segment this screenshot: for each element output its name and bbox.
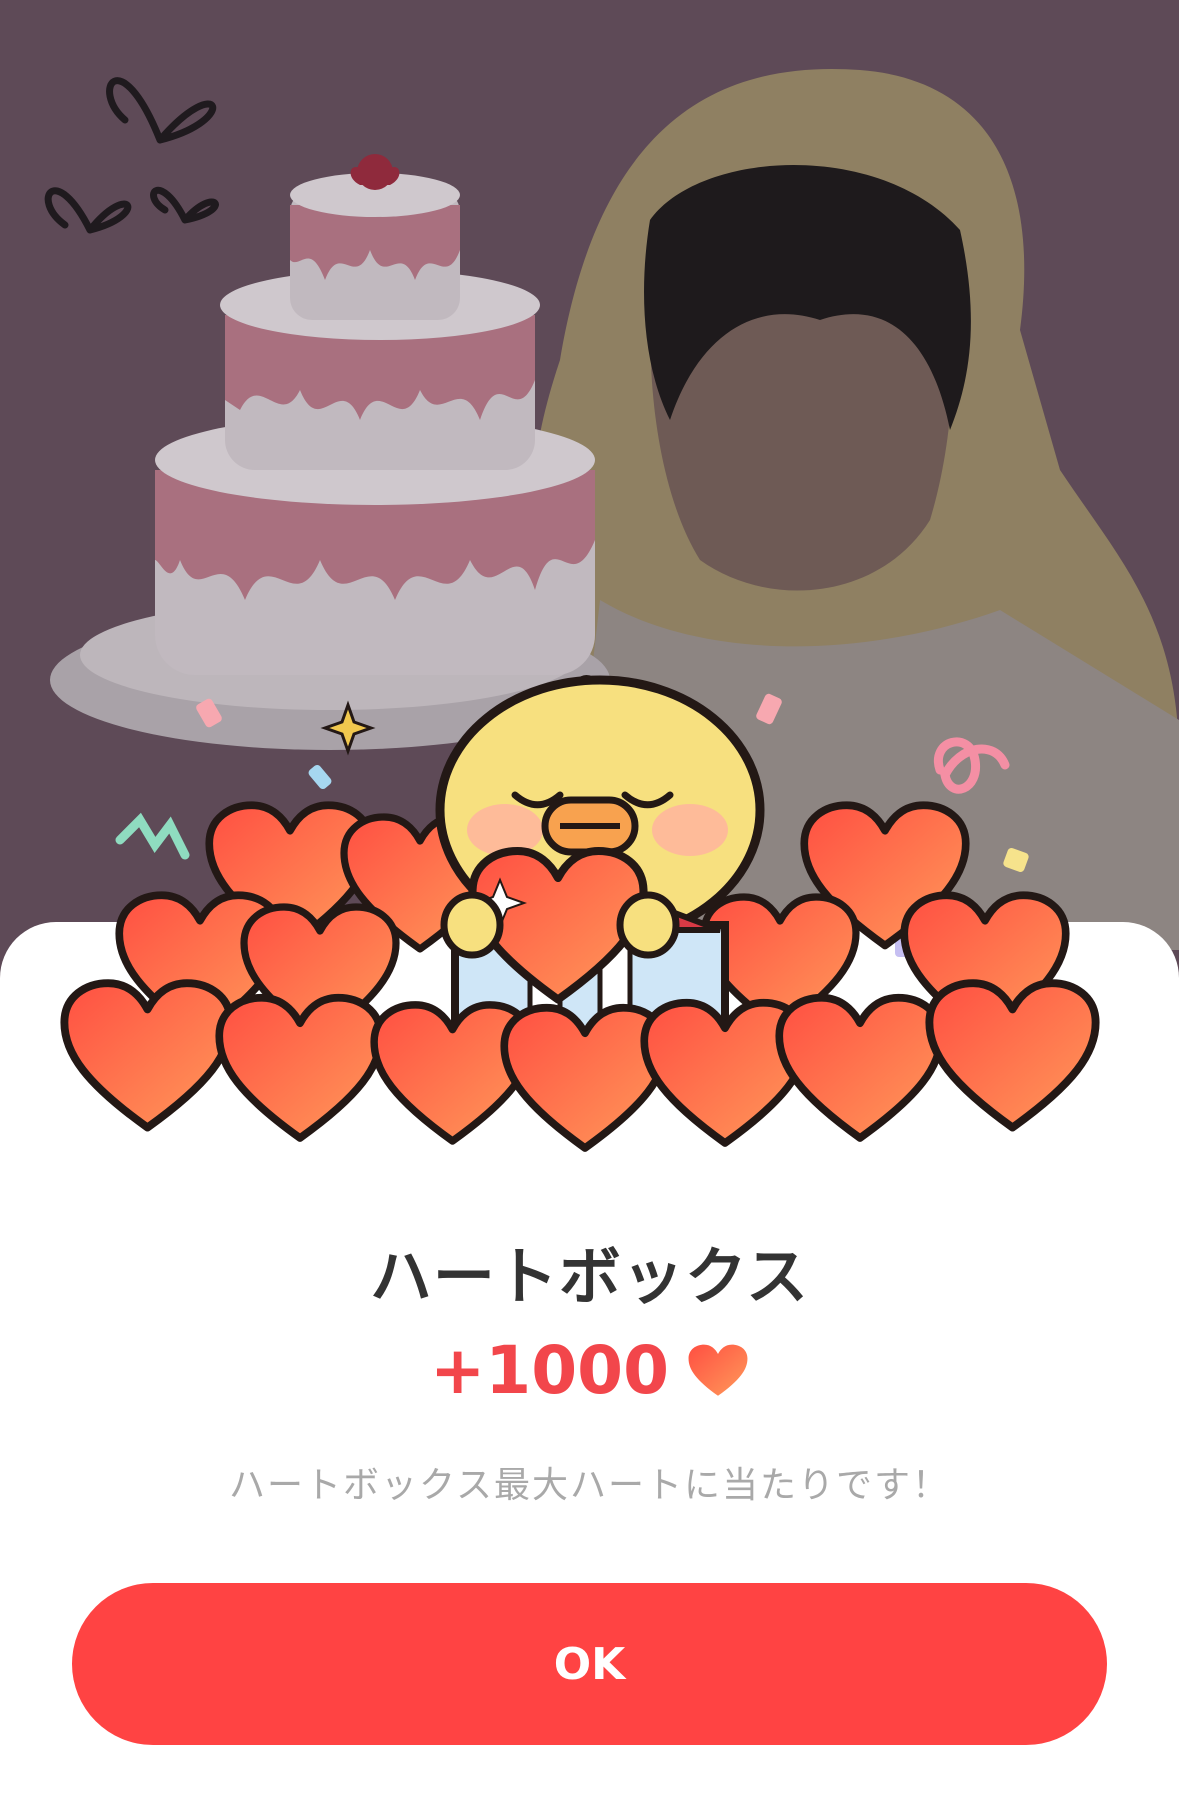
heart-icon xyxy=(688,1344,748,1396)
reward-amount-row: +1000 xyxy=(0,1332,1179,1409)
dialog-message: ハートボックス最大ハートに当たりです！ xyxy=(229,1465,950,1506)
reward-amount: +1000 xyxy=(430,1332,669,1409)
dialog-title: ハートボックス xyxy=(369,1240,810,1313)
heart-box-illustration xyxy=(0,675,1179,1180)
ok-button[interactable]: OK xyxy=(72,1583,1107,1745)
